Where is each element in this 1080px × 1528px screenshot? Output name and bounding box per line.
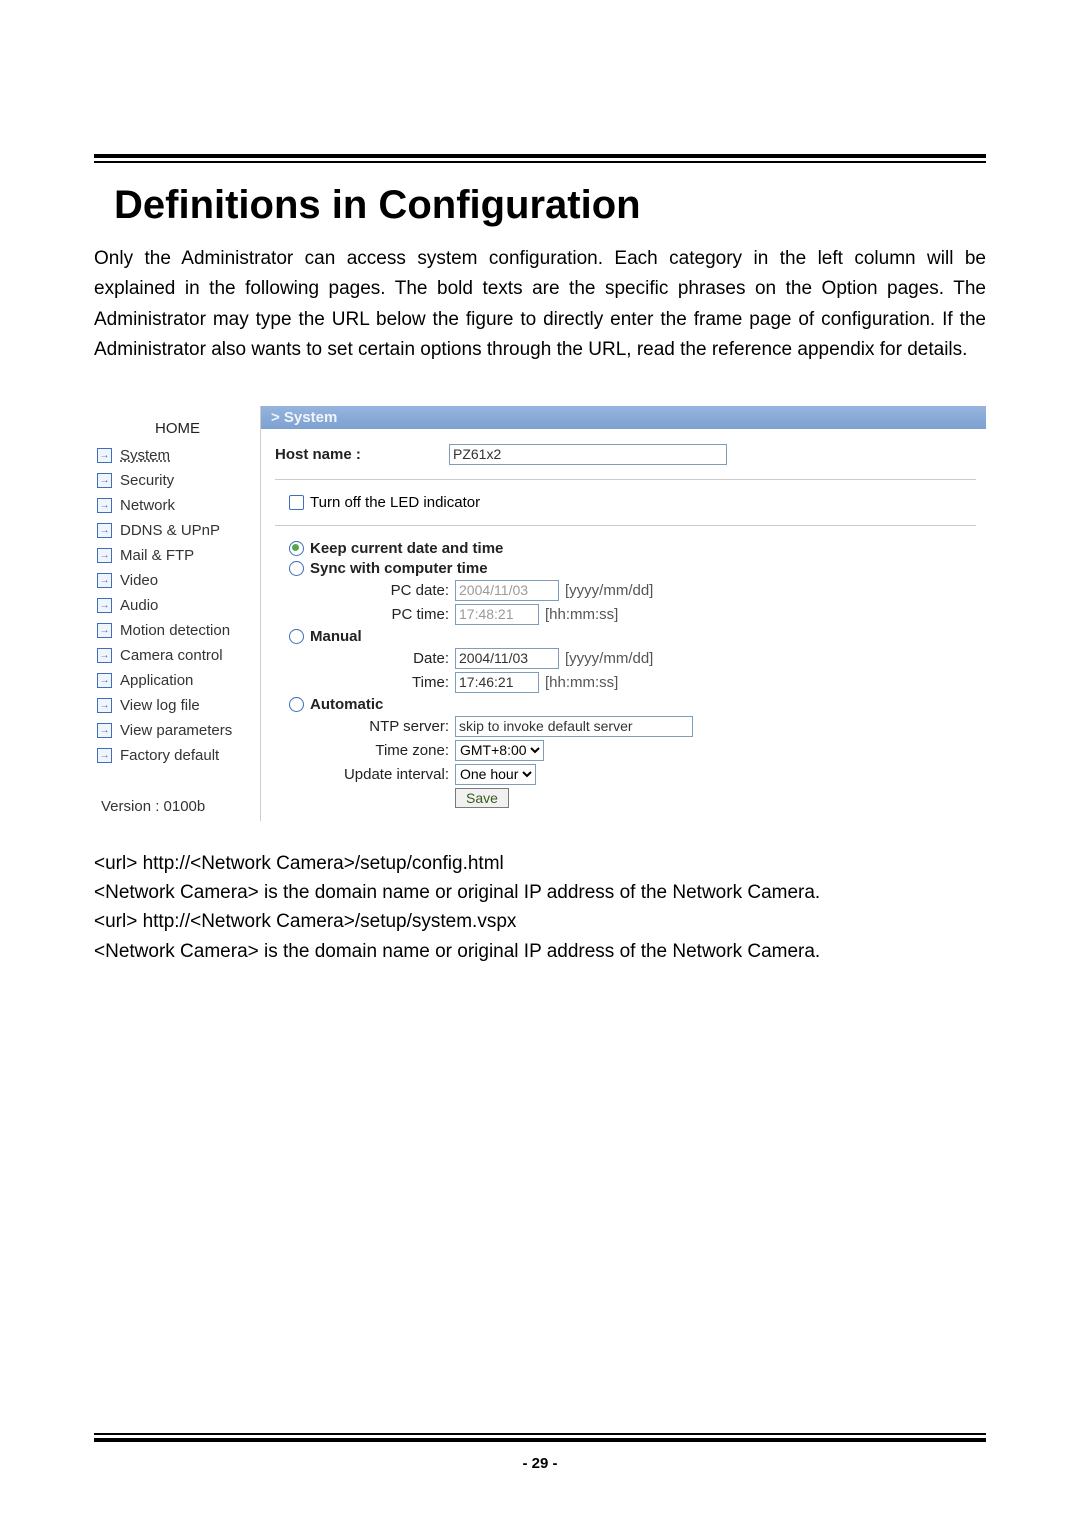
update-interval-select[interactable]: One hour — [455, 764, 536, 785]
arrow-right-icon: → — [97, 648, 112, 663]
caption-line: <url> http://<Network Camera>/setup/syst… — [94, 907, 986, 936]
pc-date-label: PC date: — [275, 582, 455, 599]
manual-date-hint: [yyyy/mm/dd] — [565, 650, 653, 667]
arrow-right-icon: → — [97, 698, 112, 713]
manual-date-input[interactable] — [455, 648, 559, 669]
ntp-label: NTP server: — [275, 718, 455, 735]
nav-label: Video — [120, 572, 158, 589]
arrow-right-icon: → — [97, 473, 112, 488]
opt-keep-label: Keep current date and time — [310, 540, 503, 557]
nav-item-audio[interactable]: → Audio — [95, 593, 260, 618]
arrow-right-icon: → — [97, 548, 112, 563]
manual-date-label: Date: — [275, 650, 455, 667]
arrow-right-icon: → — [97, 448, 112, 463]
pc-time-label: PC time: — [275, 606, 455, 623]
nav-item-ddns[interactable]: → DDNS & UPnP — [95, 518, 260, 543]
nav-item-viewlog[interactable]: → View log file — [95, 693, 260, 718]
page-number: - 29 - — [0, 1455, 1080, 1472]
arrow-right-icon: → — [97, 623, 112, 638]
nav-label: View parameters — [120, 722, 232, 739]
breadcrumb: > System — [261, 406, 986, 429]
nav-label: Motion detection — [120, 622, 230, 639]
arrow-right-icon: → — [97, 748, 112, 763]
caption-line: <Network Camera> is the domain name or o… — [94, 878, 986, 907]
tz-select[interactable]: GMT+8:00 — [455, 740, 544, 761]
arrow-right-icon: → — [97, 723, 112, 738]
radio-keep-current[interactable] — [289, 541, 304, 556]
pc-date-input[interactable] — [455, 580, 559, 601]
manual-time-input[interactable] — [455, 672, 539, 693]
intro-paragraph: Only the Administrator can access system… — [94, 244, 986, 366]
nav-item-camera[interactable]: → Camera control — [95, 643, 260, 668]
nav-item-motion[interactable]: → Motion detection — [95, 618, 260, 643]
pc-time-input[interactable] — [455, 604, 539, 625]
nav-item-system[interactable]: → System — [95, 443, 260, 468]
arrow-right-icon: → — [97, 673, 112, 688]
tz-label: Time zone: — [275, 742, 455, 759]
caption-line: <Network Camera> is the domain name or o… — [94, 937, 986, 966]
nav-label: Application — [120, 672, 193, 689]
nav-item-network[interactable]: → Network — [95, 493, 260, 518]
nav-item-application[interactable]: → Application — [95, 668, 260, 693]
save-button[interactable]: Save — [455, 788, 509, 808]
hostname-label: Host name : — [275, 446, 449, 463]
led-label: Turn off the LED indicator — [310, 494, 480, 511]
nav-label: Factory default — [120, 747, 219, 764]
arrow-right-icon: → — [97, 523, 112, 538]
radio-automatic[interactable] — [289, 697, 304, 712]
nav-home[interactable]: HOME — [95, 420, 260, 443]
ntp-input[interactable] — [455, 716, 693, 737]
caption-line: <url> http://<Network Camera>/setup/conf… — [94, 849, 986, 878]
radio-manual[interactable] — [289, 629, 304, 644]
nav-label: Network — [120, 497, 175, 514]
pc-date-hint: [yyyy/mm/dd] — [565, 582, 653, 599]
led-checkbox[interactable] — [289, 495, 304, 510]
opt-auto-label: Automatic — [310, 696, 383, 713]
nav-item-video[interactable]: → Video — [95, 568, 260, 593]
manual-time-hint: [hh:mm:ss] — [545, 674, 618, 691]
version-text: Version : 0100b — [95, 768, 260, 815]
manual-time-label: Time: — [275, 674, 455, 691]
nav-label: DDNS & UPnP — [120, 522, 220, 539]
radio-sync-computer[interactable] — [289, 561, 304, 576]
nav-label: Security — [120, 472, 174, 489]
embedded-config-ui: HOME → System → Security → Network → DDN… — [94, 406, 986, 821]
upd-label: Update interval: — [275, 766, 455, 783]
nav-label: Audio — [120, 597, 158, 614]
hostname-input[interactable] — [449, 444, 727, 465]
nav-item-viewparams[interactable]: → View parameters — [95, 718, 260, 743]
arrow-right-icon: → — [97, 498, 112, 513]
arrow-right-icon: → — [97, 573, 112, 588]
opt-manual-label: Manual — [310, 628, 362, 645]
nav-item-mail[interactable]: → Mail & FTP — [95, 543, 260, 568]
nav-label: View log file — [120, 697, 200, 714]
nav-item-security[interactable]: → Security — [95, 468, 260, 493]
arrow-right-icon: → — [97, 598, 112, 613]
opt-sync-label: Sync with computer time — [310, 560, 488, 577]
page-title: Definitions in Configuration — [114, 183, 986, 228]
nav-label: System — [120, 447, 170, 464]
pc-time-hint: [hh:mm:ss] — [545, 606, 618, 623]
nav-item-factory[interactable]: → Factory default — [95, 743, 260, 768]
nav-label: Camera control — [120, 647, 223, 664]
nav-label: Mail & FTP — [120, 547, 194, 564]
